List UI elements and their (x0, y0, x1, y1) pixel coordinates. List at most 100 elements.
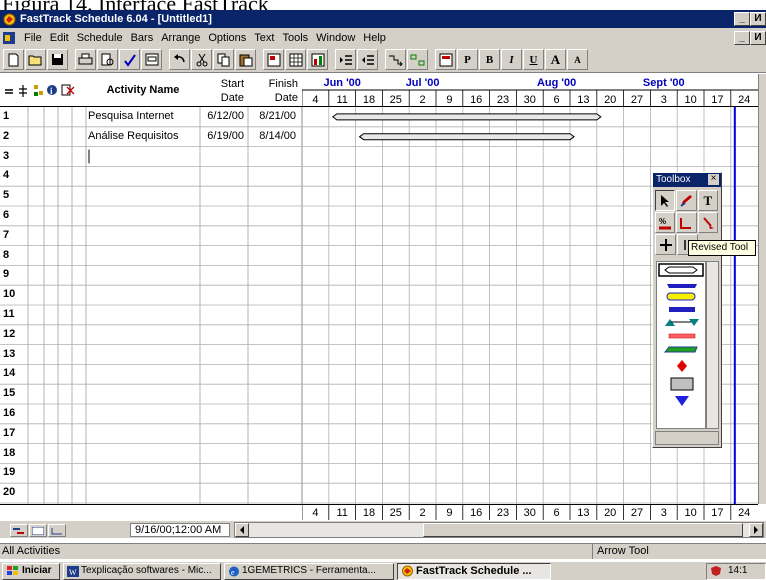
table-row[interactable]: 7 (0, 226, 758, 245)
row-number[interactable]: 6 (0, 206, 28, 225)
menu-window[interactable]: Window (314, 32, 361, 44)
chart-button[interactable] (307, 49, 328, 70)
taskbar-item-fasttrack[interactable]: FastTrack Schedule ... (397, 562, 551, 580)
row-number[interactable]: 16 (0, 404, 28, 423)
row-number[interactable]: 17 (0, 424, 28, 443)
taskbar-item-word[interactable]: W Texplicação softwares - Mic... (63, 562, 221, 580)
row-number[interactable]: 19 (0, 463, 28, 482)
new-file-button[interactable] (3, 49, 24, 70)
row-number[interactable]: 20 (0, 483, 28, 502)
current-date-field[interactable]: 9/16/00;12:00 AM (130, 523, 230, 537)
table-row[interactable]: 11 (0, 305, 758, 324)
row-number[interactable]: 18 (0, 444, 28, 463)
row-number[interactable]: 13 (0, 345, 28, 364)
indent-button[interactable] (335, 49, 356, 70)
outline-button[interactable] (141, 49, 162, 70)
row-number[interactable]: 5 (0, 186, 28, 205)
row-number[interactable]: 15 (0, 384, 28, 403)
zoom-tool-button[interactable] (655, 234, 676, 255)
milestone-tool-button[interactable] (697, 212, 718, 233)
table-row[interactable]: 15 (0, 384, 758, 403)
finish-date-cell[interactable]: 8/14/00 (248, 127, 296, 146)
row-number[interactable]: 9 (0, 265, 28, 284)
start-date-cell[interactable]: 6/19/00 (200, 127, 244, 146)
bold-button[interactable]: B (479, 49, 500, 70)
table-row[interactable]: 17 (0, 424, 758, 443)
table-row[interactable]: 5 (0, 186, 758, 205)
link-tool-button[interactable] (676, 212, 697, 233)
draw-tool-button[interactable] (676, 190, 697, 211)
table-row[interactable]: 6 (0, 206, 758, 225)
scroll-left-button[interactable] (235, 523, 249, 537)
row-number[interactable]: 2 (0, 127, 28, 146)
italic-button[interactable]: I (501, 49, 522, 70)
menu-bars[interactable]: Bars (129, 32, 160, 44)
copy-button[interactable] (213, 49, 234, 70)
font-size-down-button[interactable]: A (567, 49, 588, 70)
cut-button[interactable] (191, 49, 212, 70)
row-number[interactable]: 8 (0, 246, 28, 265)
insert-activity-button[interactable] (263, 49, 284, 70)
table-row[interactable]: 3 (0, 147, 758, 166)
p-button[interactable]: P (457, 49, 478, 70)
start-button[interactable]: Iniciar (2, 562, 60, 580)
bar-style-list[interactable] (656, 261, 706, 429)
table-row[interactable]: 19 (0, 463, 758, 482)
save-button[interactable] (47, 49, 68, 70)
menu-file[interactable]: File (22, 32, 48, 44)
percent-tool-button[interactable]: % (655, 212, 676, 233)
toolbox-close-button[interactable]: × (708, 174, 719, 185)
table-row[interactable]: 8 (0, 246, 758, 265)
row-number[interactable]: 3 (0, 147, 28, 166)
finish-date-cell[interactable]: 8/21/00 (248, 107, 296, 126)
table-row[interactable]: 13 (0, 345, 758, 364)
print-preview-button[interactable] (97, 49, 118, 70)
bar-style-scrollbar[interactable] (706, 261, 719, 429)
doc-minimize-button[interactable]: _ (734, 30, 750, 45)
table-row[interactable]: 4 (0, 166, 758, 185)
row-number[interactable]: 10 (0, 285, 28, 304)
scroll-right-button[interactable] (749, 523, 763, 537)
toolbox-titlebar[interactable]: Toolbox × (653, 173, 721, 187)
spelling-button[interactable] (119, 49, 140, 70)
table-row[interactable]: 18 (0, 444, 758, 463)
scroll-thumb[interactable] (423, 523, 743, 537)
table-row[interactable]: 9 (0, 265, 758, 284)
table-row[interactable]: 10 (0, 285, 758, 304)
table-row[interactable]: 20 (0, 483, 758, 502)
menu-text[interactable]: Text (252, 32, 280, 44)
taskbar-item-browser[interactable]: e 1GEMETRICS - Ferramenta... (224, 562, 394, 580)
menu-tools[interactable]: Tools (280, 32, 314, 44)
table-row[interactable]: 12 (0, 325, 758, 344)
row-number[interactable]: 4 (0, 166, 28, 185)
menu-arrange[interactable]: Arrange (159, 32, 206, 44)
print-button[interactable] (75, 49, 96, 70)
activity-name-cell[interactable]: Pesquisa Internet (88, 107, 198, 126)
row-number[interactable]: 7 (0, 226, 28, 245)
row-number[interactable]: 14 (0, 364, 28, 383)
format-button[interactable] (435, 49, 456, 70)
tray-shield-icon[interactable] (710, 565, 722, 577)
table-row[interactable]: 14 (0, 364, 758, 383)
row-number[interactable]: 12 (0, 325, 28, 344)
menu-options[interactable]: Options (206, 32, 252, 44)
menu-help[interactable]: Help (361, 32, 392, 44)
menu-schedule[interactable]: Schedule (75, 32, 129, 44)
menu-edit[interactable]: Edit (48, 32, 75, 44)
minimize-button[interactable]: _ (734, 12, 750, 26)
undo-button[interactable] (169, 49, 190, 70)
open-file-button[interactable] (25, 49, 46, 70)
font-size-up-button[interactable]: A (545, 49, 566, 70)
table-row[interactable]: 2 Análise Requisitos 6/19/00 8/14/00 (0, 127, 758, 146)
document-icon[interactable] (2, 31, 16, 45)
calendar-view-button[interactable] (29, 524, 47, 537)
outdent-button[interactable] (357, 49, 378, 70)
table-row[interactable]: 1 Pesquisa Internet 6/12/00 8/21/00 (0, 107, 758, 126)
horizontal-scrollbar[interactable] (234, 522, 764, 538)
table-row[interactable]: 16 (0, 404, 758, 423)
row-number[interactable]: 1 (0, 107, 28, 126)
calendar-button[interactable] (285, 49, 306, 70)
resource-view-button[interactable] (48, 524, 66, 537)
restore-button[interactable]: И (750, 12, 766, 26)
text-tool-button[interactable]: T (697, 190, 718, 211)
